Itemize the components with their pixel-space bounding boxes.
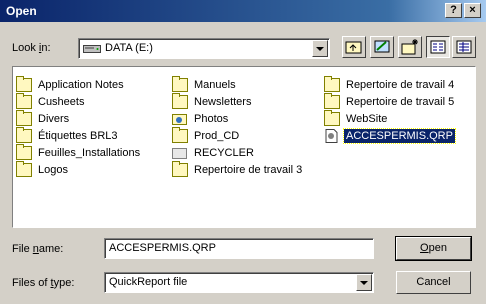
help-button[interactable]: ? <box>445 3 462 18</box>
recycle-folder-icon <box>172 146 188 160</box>
open-button[interactable]: Open <box>395 236 472 261</box>
look-in-combo[interactable]: DATA (E:) <box>78 38 330 59</box>
folder-icon <box>324 76 340 92</box>
file-name-value: ACCESPERMIS.QRP <box>109 242 216 254</box>
details-view-icon[interactable] <box>452 36 476 58</box>
file-name-label: File name: <box>12 243 64 255</box>
folder-icon <box>16 144 32 160</box>
file-list[interactable]: Application Notes Cusheets Divers Étique… <box>12 66 476 228</box>
folder-icon <box>324 93 340 109</box>
folder-icon <box>16 93 32 109</box>
file-type-select[interactable]: QuickReport file <box>104 272 374 293</box>
list-view-icon[interactable] <box>426 36 450 58</box>
folder-icon <box>172 127 188 143</box>
look-in-label: Look in: <box>12 42 51 54</box>
file-icon <box>324 129 340 143</box>
folder-icon <box>16 127 32 143</box>
drive-icon <box>83 43 101 54</box>
window-title: Open <box>6 4 37 18</box>
desktop-icon[interactable] <box>370 36 394 58</box>
shared-folder-icon <box>172 112 188 126</box>
folder-icon <box>16 110 32 126</box>
close-button[interactable]: × <box>464 3 481 18</box>
folder-icon <box>172 76 188 92</box>
look-in-value: DATA (E:) <box>105 42 153 54</box>
folder-icon <box>16 76 32 92</box>
cancel-button[interactable]: Cancel <box>396 271 471 294</box>
file-name-input[interactable]: ACCESPERMIS.QRP <box>104 238 374 259</box>
title-bar: Open ? × <box>0 0 486 22</box>
file-type-dropdown-button[interactable] <box>356 274 372 291</box>
folder-icon <box>324 110 340 126</box>
folder-icon <box>172 161 188 177</box>
file-type-label: Files of type: <box>12 277 75 289</box>
file-type-value: QuickReport file <box>109 276 188 288</box>
new-folder-icon[interactable] <box>398 36 422 58</box>
folder-icon <box>16 161 32 177</box>
folder-icon <box>172 93 188 109</box>
look-in-dropdown-button[interactable] <box>312 40 328 57</box>
up-folder-icon[interactable] <box>342 36 366 58</box>
